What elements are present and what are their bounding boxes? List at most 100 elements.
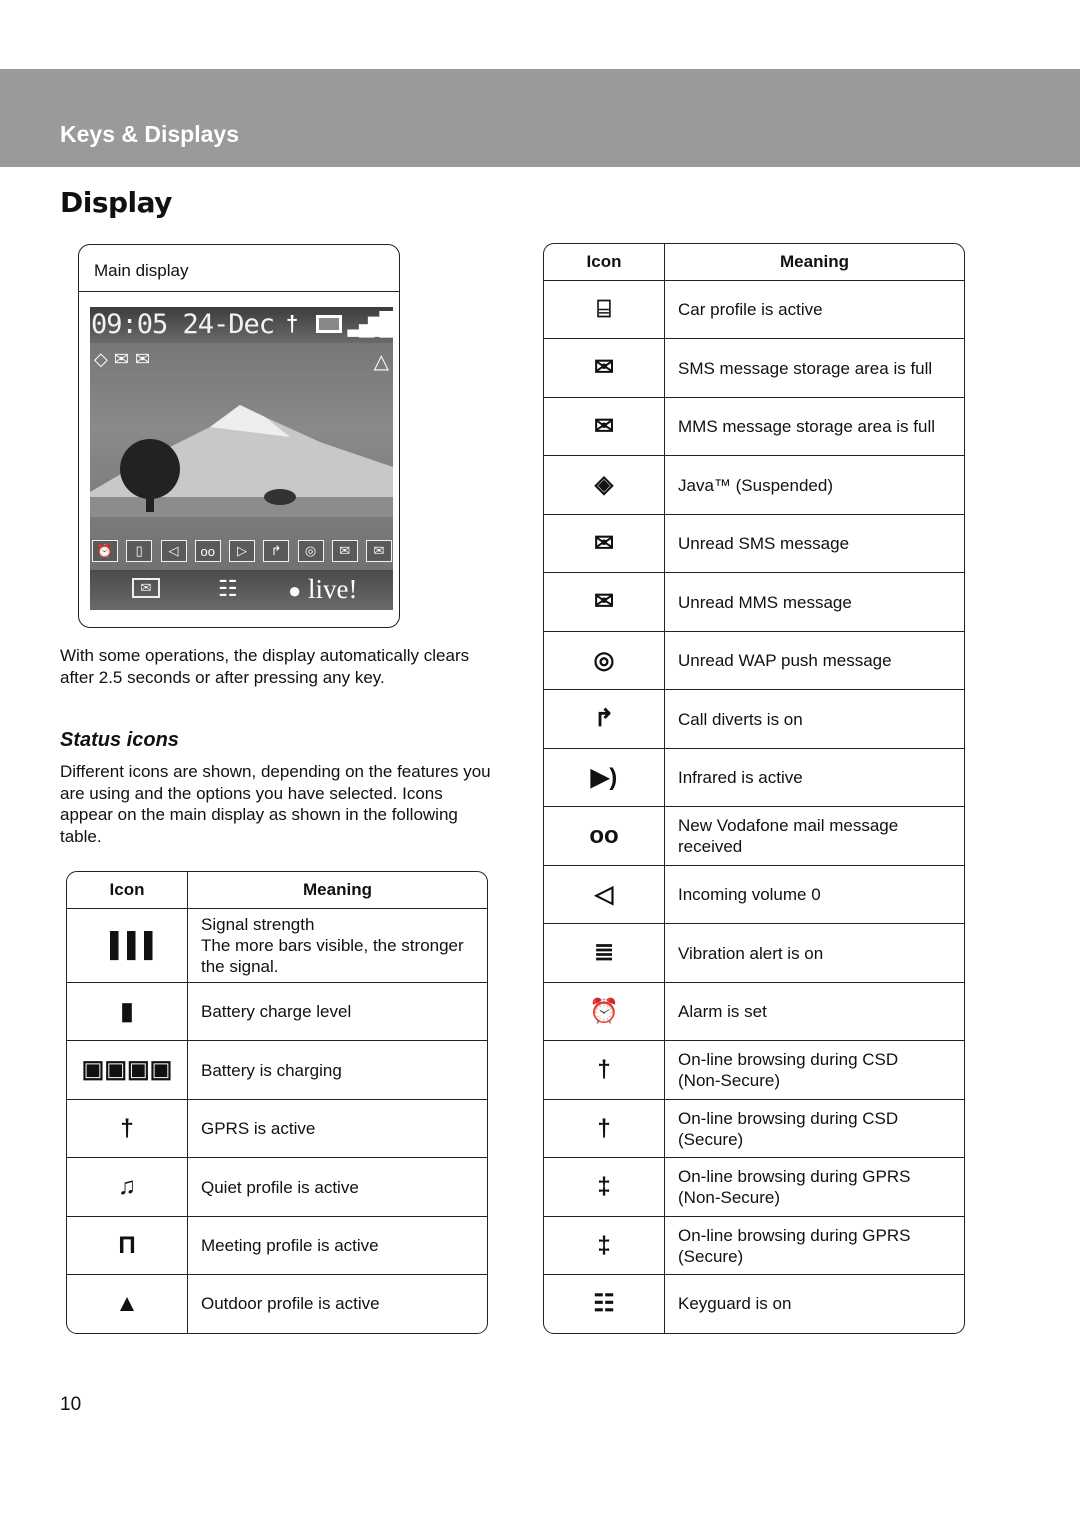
meaning-cell: On-line browsing during GPRS (Secure) bbox=[664, 1216, 964, 1275]
status-icons-table-left: Icon Meaning ▐▐▐ Signal strength The more … bbox=[66, 871, 488, 1334]
wallpaper-mountain bbox=[90, 405, 393, 517]
meaning-text: Infrared is active bbox=[678, 768, 803, 787]
meaning-cell: Call diverts is on bbox=[664, 689, 964, 749]
meaning-cell: Outdoor profile is active bbox=[187, 1274, 487, 1333]
icon-cell: ‡ bbox=[544, 1216, 665, 1275]
vodafone-live-label: ● live! bbox=[288, 574, 358, 604]
vibration-icon: ▯ bbox=[126, 540, 153, 562]
meaning-text: SMS message storage area is full bbox=[678, 358, 933, 378]
meaning-text: New Vodafone mail message bbox=[678, 816, 899, 835]
meaning-text: GPRS is active bbox=[201, 1119, 316, 1138]
table-row: ◎ Unread WAP push message bbox=[544, 631, 964, 690]
alarm-icon: ⏰ bbox=[92, 540, 118, 562]
meaning-text: Keyguard is on bbox=[678, 1294, 792, 1314]
sms-full-icon: ✉ bbox=[593, 354, 615, 381]
table-row: † On-line browsing during CSD (Secure) bbox=[544, 1099, 964, 1158]
meaning-text: Java™ (Suspended) bbox=[678, 475, 833, 495]
signal-icon: ▂▄▆█ bbox=[348, 311, 393, 336]
meaning-cell: Car profile is active bbox=[665, 281, 965, 339]
meaning-cell: Unread SMS message bbox=[664, 514, 964, 573]
column-header-meaning: Meaning bbox=[664, 244, 964, 281]
infrared-icon: ▶) bbox=[590, 763, 618, 791]
meaning-text: Meeting profile is active bbox=[201, 1236, 379, 1255]
volume-zero-icon: ◁ bbox=[594, 880, 614, 908]
page-number: 10 bbox=[60, 1394, 82, 1415]
voicemail-icon: oo bbox=[194, 540, 221, 562]
signal-strength-icon: ▐▐▐ bbox=[101, 931, 153, 959]
column-header-icon: Icon bbox=[544, 244, 665, 281]
table-row: ≣ Vibration alert is on bbox=[544, 923, 964, 983]
meaning-text: On-line browsing during GPRS bbox=[678, 1225, 911, 1245]
tree bbox=[120, 439, 180, 499]
table-row: ▐▐▐ Signal strength The more bars visible,… bbox=[67, 908, 487, 983]
column-header-icon: Icon bbox=[67, 872, 188, 909]
meaning-text: Unread SMS message bbox=[678, 534, 850, 553]
volume-off-icon: ◁ bbox=[160, 540, 187, 562]
icon-cell: † bbox=[544, 1040, 665, 1100]
meaning-text: Car profile is active bbox=[678, 300, 823, 319]
car-profile-icon: ⌸ bbox=[596, 295, 612, 323]
table-row: ‡ On-line browsing during GPRS (Non-Secure… bbox=[544, 1157, 964, 1217]
phone-status-bar: 09:05 24-Dec † ▂▄▆█ bbox=[90, 307, 393, 343]
meaning-text: On-line browsing during CSD bbox=[678, 1108, 899, 1128]
icon-cell: † bbox=[544, 1099, 665, 1158]
table-row: ✉ SMS message storage area is full bbox=[544, 338, 964, 398]
meaning-text: (Non-Secure) bbox=[678, 1071, 781, 1090]
icon-cell: ▮ bbox=[67, 982, 188, 1041]
java-suspended-icon: ◈ bbox=[594, 471, 614, 498]
battery-charging-icon: ▣▣▣▣ bbox=[81, 1056, 173, 1083]
unread-mms-icon: ✉ bbox=[593, 588, 615, 615]
meaning-cell: Alarm is set bbox=[664, 982, 964, 1041]
meaning-text: On-line browsing during GPRS bbox=[678, 1167, 911, 1186]
meaning-cell: Unread WAP push message bbox=[664, 631, 964, 690]
quiet-profile-icon: ♫ bbox=[118, 1173, 136, 1200]
meaning-text: (Secure) bbox=[678, 1246, 744, 1266]
icon-cell: ✉ bbox=[544, 514, 665, 573]
meaning-cell: MMS message storage area is full bbox=[664, 397, 964, 456]
section-title: Keys & Displays bbox=[60, 121, 239, 147]
gprs-nonsecure-icon: ‡ bbox=[597, 1173, 611, 1200]
icon-cell: ‡ bbox=[544, 1157, 665, 1217]
table-row: ▣▣▣▣ Battery is charging bbox=[67, 1040, 487, 1100]
meeting-profile-icon: Π bbox=[118, 1231, 136, 1259]
meaning-text: Unread MMS message bbox=[678, 592, 852, 612]
alarm-icon: ⏰ bbox=[589, 997, 619, 1025]
meaning-cell: Unread MMS message bbox=[664, 572, 964, 632]
keyguard-icon: ☷ bbox=[218, 576, 238, 601]
icon-cell: ✉ bbox=[544, 572, 665, 632]
meaning-text: received bbox=[678, 837, 743, 856]
icon-cell: † bbox=[67, 1099, 188, 1158]
unread-wap-push-icon: ◎ bbox=[593, 646, 615, 674]
gprs-icon: † bbox=[286, 311, 299, 336]
table-row: † GPRS is active bbox=[67, 1099, 487, 1158]
meaning-text: Unread WAP push message bbox=[678, 651, 892, 670]
meaning-text: The more bars visible, the stronger the … bbox=[201, 936, 464, 976]
meaning-text: MMS message storage area is full bbox=[678, 417, 935, 436]
table-row: ◁ Incoming volume 0 bbox=[544, 865, 964, 924]
meaning-text: Battery is charging bbox=[201, 1060, 342, 1080]
icon-cell: ◎ bbox=[544, 631, 665, 690]
status-icons-table-right: Icon Meaning ⌸ Car profile is active ✉ SMS … bbox=[543, 243, 965, 1334]
phone-bottom-status-icons: ⏰ ▯ ◁ oo ▷ ↱ ◎ ✉ ✉ bbox=[92, 540, 392, 562]
meaning-cell: On-line browsing during GPRS (Non-Secure) bbox=[664, 1157, 964, 1217]
icon-cell: ≣ bbox=[544, 923, 665, 983]
icon-cell: ⌸ bbox=[544, 280, 665, 339]
voicemail-icon: oo bbox=[589, 822, 619, 849]
intro-paragraph: With some operations, the display automa… bbox=[60, 646, 470, 687]
column-header-meaning: Meaning bbox=[187, 872, 487, 909]
meaning-text: Call diverts is on bbox=[678, 709, 803, 729]
table-row: ▲ Outdoor profile is active bbox=[67, 1274, 487, 1333]
icon-cell: ▲ bbox=[67, 1274, 188, 1333]
keyguard-icon: ☷ bbox=[593, 1289, 615, 1317]
table-row: ◈ Java™ (Suspended) bbox=[544, 455, 964, 515]
table-row: ↱ Call diverts is on bbox=[544, 689, 964, 749]
infrared-icon: ▷ bbox=[229, 540, 255, 562]
phone-softkey-bar: ✉ ☷ ● live! bbox=[90, 570, 393, 610]
mms-full-icon: ✉ bbox=[593, 412, 615, 440]
outdoor-profile-icon: ▲ bbox=[115, 1289, 139, 1317]
icon-cell: ✉ bbox=[544, 397, 665, 456]
meaning-cell: Keyguard is on bbox=[664, 1274, 964, 1333]
meaning-text: Alarm is set bbox=[678, 1002, 767, 1021]
meaning-cell: On-line browsing during CSD (Non-Secure) bbox=[664, 1040, 964, 1100]
table-row: ♫ Quiet profile is active bbox=[67, 1157, 487, 1217]
